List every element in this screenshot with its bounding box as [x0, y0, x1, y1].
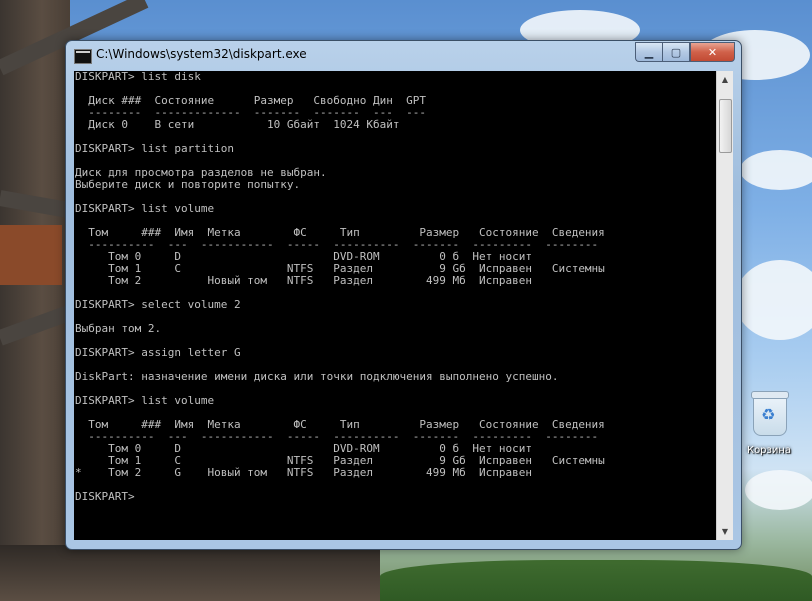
cloud [735, 260, 812, 340]
console-output[interactable]: DISKPART> list disk Диск ### Состояние Р… [74, 71, 716, 540]
minimize-icon: ▁ [644, 45, 654, 59]
window-titlebar[interactable]: C:\Windows\system32\diskpart.exe ▁ ▢ ✕ [66, 41, 741, 71]
maximize-button[interactable]: ▢ [662, 42, 690, 62]
recycle-bin-label: Корзина [746, 445, 792, 456]
console-line: DISKPART> list partition [75, 142, 234, 155]
console-line: DISKPART> assign letter G [75, 346, 241, 359]
console-text: DISKPART> list disk Диск ### Состояние Р… [74, 71, 716, 503]
console-line: DISKPART> list volume [75, 202, 215, 215]
close-button[interactable]: ✕ [690, 42, 735, 62]
tree-line [380, 560, 812, 601]
console-line: DISKPART> select volume 2 [75, 298, 241, 311]
windmill [0, 0, 70, 601]
windmill-roof [0, 225, 62, 285]
cloud [745, 470, 812, 510]
scrollbar-thumb[interactable] [719, 99, 732, 153]
close-icon: ✕ [707, 45, 718, 59]
recycle-bin-icon [751, 391, 789, 436]
recycle-bin[interactable]: Корзина [744, 391, 794, 464]
console-line: DiskPart: назначение имени диска или точ… [75, 370, 559, 383]
windmill-base [0, 545, 380, 601]
minimize-button[interactable]: ▁ [635, 42, 662, 62]
console-line: Том 2 Новый том NTFS Раздел 499 Mб Испра… [75, 274, 532, 287]
maximize-icon: ▢ [670, 45, 682, 59]
console-line: DISKPART> list disk [75, 71, 201, 83]
cloud [740, 150, 812, 190]
scroll-down-icon[interactable]: ▼ [717, 523, 733, 540]
vertical-scrollbar[interactable]: ▲ ▼ [716, 71, 733, 540]
diskpart-window[interactable]: C:\Windows\system32\diskpart.exe ▁ ▢ ✕ D… [65, 40, 742, 550]
console-line: * Том 2 G Новый том NTFS Раздел 499 Mб И… [75, 466, 532, 479]
console-line: Выберите диск и повторите попытку. [75, 178, 301, 191]
console-icon [74, 49, 92, 64]
console-line: Диск 0 В сети 10 Gбайт 1024 Kбайт [75, 118, 400, 131]
scroll-up-icon[interactable]: ▲ [717, 71, 733, 88]
window-controls: ▁ ▢ ✕ [635, 42, 735, 62]
console-line: DISKPART> [75, 490, 135, 503]
window-title: C:\Windows\system32\diskpart.exe [96, 47, 307, 61]
console-line: Выбран том 2. [75, 322, 162, 335]
console-line: DISKPART> list volume [75, 394, 215, 407]
